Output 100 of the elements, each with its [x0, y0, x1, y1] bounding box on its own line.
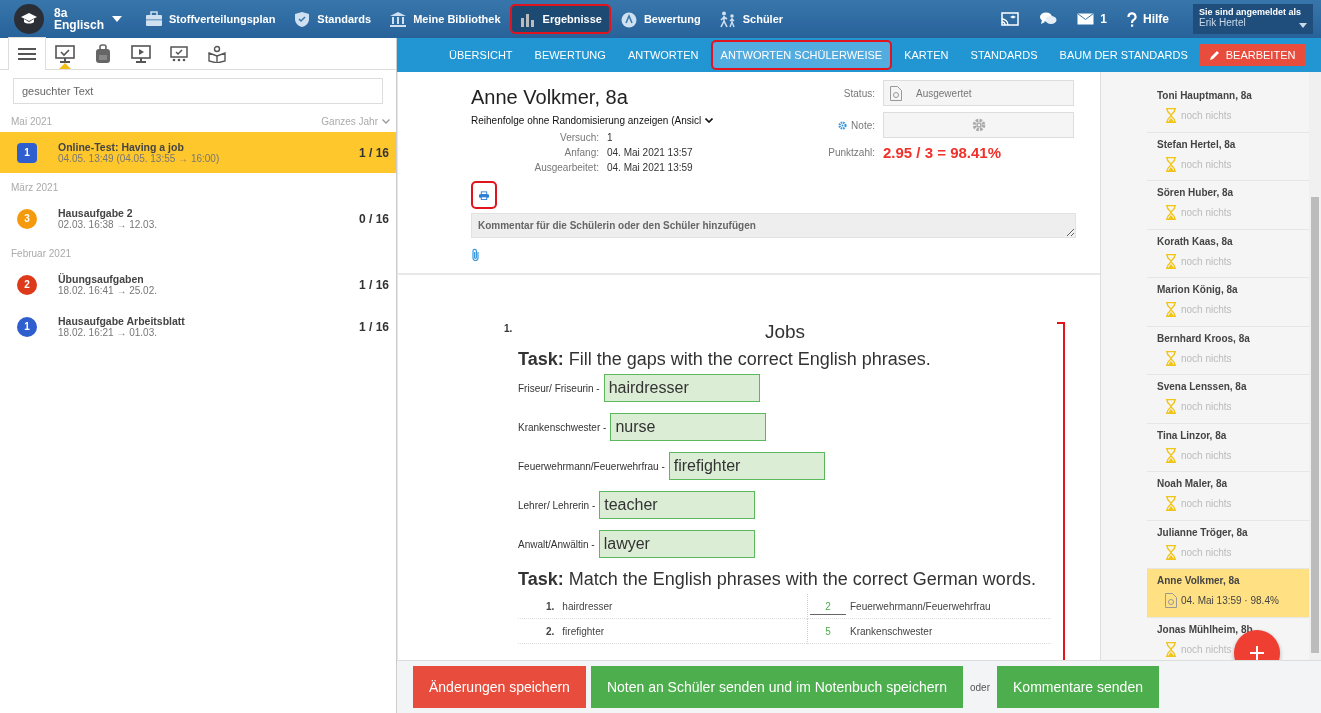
document-icon: [1165, 593, 1177, 608]
caret-icon: [1299, 23, 1307, 28]
score-value: 2.95 / 3 = 98.41%: [883, 144, 1002, 161]
class-name: 8a: [54, 7, 69, 19]
answer-field[interactable]: hairdresser: [603, 374, 760, 402]
nav-item[interactable]: Bewertung: [610, 4, 710, 34]
student-name: Toni Hauptmann, 8a: [1157, 90, 1253, 101]
cast-screen-icon[interactable]: [1001, 12, 1020, 26]
order-select[interactable]: Reihenfolge ohne Randomisierung anzeigen (Ansicl: [471, 115, 714, 126]
student-name: Stefan Hertel, 8a: [1157, 138, 1237, 150]
separator-text: oder: [970, 681, 990, 693]
hourglass-icon: [1165, 302, 1177, 317]
nav-item[interactable]: Meine Bibliothek: [380, 4, 510, 34]
hourglass-icon: [1165, 205, 1177, 220]
edit-button[interactable]: BEARBEITEN: [1199, 44, 1306, 66]
info-label: Versuch:: [559, 132, 599, 143]
nav-item[interactable]: Ergebnisse: [509, 4, 611, 34]
attempt-badge: 3: [17, 208, 37, 229]
scrollbar[interactable]: [1309, 72, 1321, 660]
task-instruction: Task: Fill the gaps with the correct English phrases.: [518, 349, 932, 370]
hourglass-icon: [1165, 496, 1177, 511]
gap-label: Friseur/ Friseurin -: [518, 382, 600, 394]
caret-icon: [112, 16, 122, 22]
assignment-item[interactable]: 3 Hausaufgabe 2 02.03. 16:38 → 12.03. 0 / 16: [0, 198, 396, 239]
assignment-item[interactable]: 1 Hausaufgabe Arbeitsblatt 18.02. 16:21 → 01.03. 1 / 16: [0, 306, 396, 347]
item-number: 1.: [546, 600, 555, 612]
gap-label: Feuerwehrmann/Feuerwehrfrau -: [518, 460, 665, 472]
score-label: Punktzahl:: [828, 147, 875, 158]
month-heading: Februar 2021: [11, 247, 72, 259]
answer-field[interactable]: lawyer: [598, 530, 755, 558]
assignment-dates: 02.03. 16:38 → 12.03.: [58, 219, 158, 230]
student-name: Anne Volkmer, 8a: [471, 86, 629, 109]
attempt-badge: 1: [17, 142, 37, 163]
document-icon: [890, 85, 902, 101]
chat-icon[interactable]: [1039, 11, 1058, 27]
question-title: Jobs: [763, 321, 807, 343]
student-name: Sören Huber, 8a: [1157, 187, 1235, 198]
german-term: Krankenschwester: [850, 625, 933, 637]
search-field[interactable]: gesuchter Text: [13, 78, 383, 104]
english-term: firefighter: [562, 625, 605, 637]
assignment-dates: 18.02. 16:41 → 25.02.: [58, 285, 158, 296]
hourglass-icon: [1165, 253, 1177, 269]
attempt-badge: 2: [17, 274, 37, 295]
hourglass-icon: [1165, 108, 1177, 123]
assignment-title: Hausaufgabe 2: [58, 207, 133, 219]
assignment-title: Online-Test: Having a job: [58, 141, 185, 153]
submission-count: 1 / 16: [358, 319, 389, 334]
assignment-title: Hausaufgabe Arbeitsblatt: [58, 315, 186, 327]
answer-field[interactable]: firefighter: [668, 452, 825, 480]
german-term: Feuerwehrmann/Feuerwehrfrau: [850, 600, 991, 612]
student-name: Marion König, 8a: [1157, 284, 1239, 295]
mail-icon[interactable]: [1077, 13, 1095, 25]
gap-label: Krankenschwester -: [518, 421, 607, 433]
class-menu[interactable]: 8a Englisch: [54, 7, 122, 31]
help-link[interactable]: Hilfe: [1143, 12, 1169, 26]
signed-in-caption: Sie sind angemeldet als: [1199, 7, 1303, 17]
backpack-icon: [95, 43, 111, 64]
walking-people-icon: [718, 10, 737, 28]
menu-icon: [18, 47, 36, 61]
badge-icon: [619, 10, 638, 28]
gear-icon: [838, 120, 848, 130]
student-name: Korath Kaas, 8a: [1157, 235, 1234, 247]
info-value: 04. Mai 2021 13:59: [607, 162, 694, 173]
paperclip-icon[interactable]: [471, 248, 480, 262]
info-value: 04. Mai 2021 13:57: [607, 147, 694, 158]
english-term: hairdresser: [562, 600, 613, 612]
student-name: Svena Lenssen, 8a: [1157, 381, 1248, 392]
nav-item[interactable]: Stoffverteilungsplan: [136, 4, 285, 34]
monitor-play-icon: [131, 44, 151, 63]
graduation-cap-icon: [21, 13, 37, 25]
grade-label: Note:: [851, 119, 875, 131]
hourglass-icon: [1165, 641, 1177, 657]
student-name: Anne Volkmer, 8a: [1157, 575, 1241, 586]
save-changes-button[interactable]: Änderungen speichern: [413, 666, 586, 708]
nav-item[interactable]: Standards: [284, 4, 381, 34]
assignment-item[interactable]: 1 Online-Test: Having a job 04.05. 13:49 (04.05. 13:55 → 16:00) 1 / 16: [0, 132, 396, 173]
comment-field[interactable]: Kommentar für die Schülerin oder den Schüler hinzufügen: [471, 213, 1076, 238]
printer-icon: [479, 190, 489, 200]
grade-field[interactable]: [883, 112, 1074, 138]
answer-field[interactable]: nurse: [610, 413, 767, 441]
shield-icon: [293, 10, 312, 28]
user-menu[interactable]: Sie sind angemeldet als Erik Hertel: [1193, 4, 1313, 34]
month-heading: Mai 2021: [11, 115, 53, 127]
answer-field[interactable]: teacher: [599, 491, 756, 519]
task-instruction: Task: Match the English phrases with the correct German words.: [518, 569, 1037, 590]
student-item[interactable]: Anne Volkmer, 8a 04. Mai 13:59 · 98.4%: [1147, 569, 1309, 618]
user-name: Erik Hertel: [1199, 17, 1247, 28]
hourglass-icon: [1165, 544, 1177, 560]
submission-status: 04. Mai 13:59 · 98.4%: [1181, 595, 1279, 606]
nav-item[interactable]: Schüler: [709, 4, 793, 34]
building-icon: [389, 10, 408, 28]
toolbar-tab[interactable]: [8, 37, 46, 70]
print-button[interactable]: [471, 181, 497, 209]
month-heading: März 2021: [11, 181, 59, 193]
logo-icon[interactable]: [14, 4, 44, 34]
assignment-item[interactable]: 2 Übungsaufgaben 18.02. 16:41 → 25.02. 1 / 16: [0, 264, 396, 305]
monitor-check-icon: [55, 44, 75, 63]
student-name: Julianne Tröger, 8a: [1157, 526, 1249, 538]
hourglass-icon: [1165, 447, 1177, 463]
student-name: Tina Linzor, 8a: [1157, 429, 1228, 441]
